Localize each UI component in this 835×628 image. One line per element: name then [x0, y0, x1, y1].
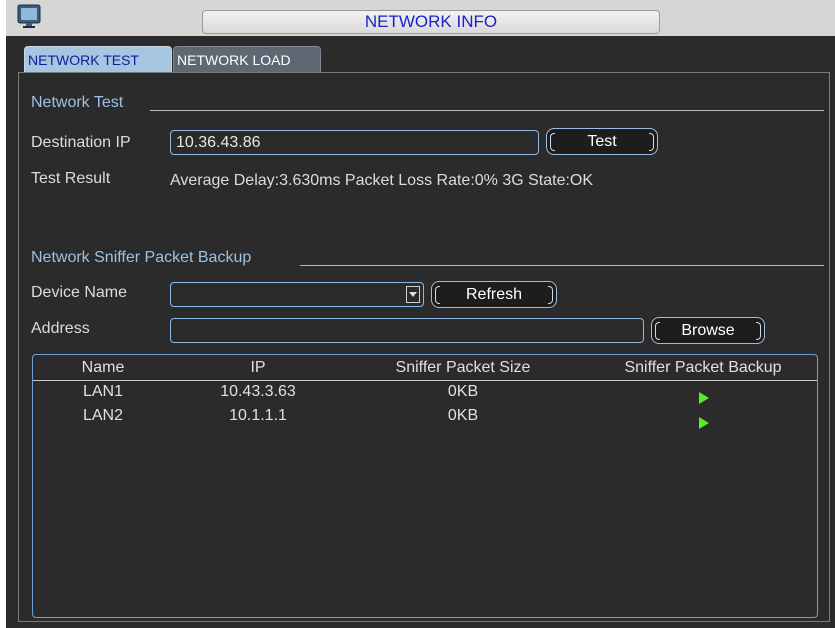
address-label: Address — [31, 320, 90, 337]
tab-network-test[interactable]: NETWORK TEST — [24, 46, 172, 72]
browse-button[interactable]: Browse — [651, 317, 765, 344]
cell-size: 0KB — [447, 383, 479, 400]
network-test-section-title: Network Test — [31, 94, 124, 111]
column-header-ip: IP — [250, 359, 266, 376]
column-header-backup: Sniffer Packet Backup — [624, 359, 782, 376]
network-info-window: NETWORK INFO NETWORK TEST NETWORK LOAD N… — [6, 0, 835, 628]
device-name-label: Device Name — [31, 284, 128, 301]
tab-network-load[interactable]: NETWORK LOAD — [173, 46, 321, 72]
device-name-select[interactable] — [170, 282, 424, 307]
destination-ip-input[interactable]: 10.36.43.86 — [170, 130, 539, 155]
play-icon[interactable] — [699, 392, 709, 404]
cell-ip: 10.43.3.63 — [220, 383, 296, 400]
sniffer-table: Name IP Sniffer Packet Size Sniffer Pack… — [32, 354, 818, 618]
cell-name: LAN1 — [82, 383, 124, 400]
test-result-value: Average Delay:3.630ms Packet Loss Rate:0… — [170, 172, 594, 189]
section-divider — [150, 110, 824, 111]
play-icon[interactable] — [699, 417, 709, 429]
section-divider — [300, 265, 824, 266]
destination-ip-label: Destination IP — [31, 134, 131, 151]
column-header-size: Sniffer Packet Size — [395, 359, 531, 376]
column-header-name: Name — [81, 359, 125, 376]
cell-ip: 10.1.1.1 — [229, 407, 287, 424]
monitor-icon — [17, 4, 41, 28]
title-bar: NETWORK INFO — [6, 0, 835, 36]
test-result-label: Test Result — [31, 170, 111, 187]
test-button[interactable]: Test — [546, 128, 658, 155]
refresh-button[interactable]: Refresh — [431, 281, 557, 308]
chevron-down-icon[interactable] — [406, 286, 420, 303]
header-divider — [33, 380, 817, 381]
sniffer-section-title: Network Sniffer Packet Backup — [31, 249, 252, 266]
address-input[interactable] — [170, 318, 644, 343]
cell-size: 0KB — [447, 407, 479, 424]
window-title: NETWORK INFO — [202, 10, 660, 34]
cell-name: LAN2 — [82, 407, 124, 424]
